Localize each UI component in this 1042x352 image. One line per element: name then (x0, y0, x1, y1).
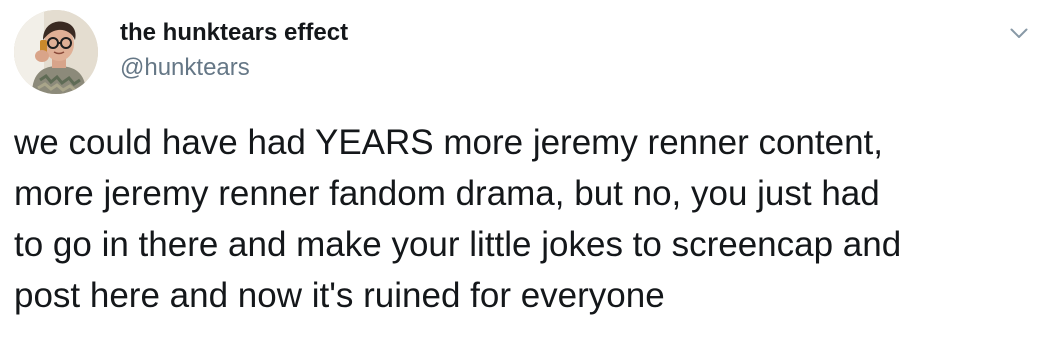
tweet-text-line: to go in there and make your little joke… (14, 225, 902, 264)
username-handle[interactable]: @hunktears (120, 53, 250, 83)
tweet-text-line: more jeremy renner fandom drama, but no,… (14, 174, 880, 213)
avatar[interactable] (14, 10, 98, 94)
chevron-down-icon (1010, 28, 1028, 38)
tweet-text: we could have had YEARS more jeremy renn… (14, 117, 1034, 321)
tweet-text-line: we could have had YEARS more jeremy renn… (14, 123, 883, 162)
display-name[interactable]: the hunktears effect (120, 18, 348, 48)
tweet-text-line: post here and now it's ruined for everyo… (14, 276, 665, 315)
tweet-card: the hunktears effect @hunktears we could… (0, 0, 1042, 352)
tweet-menu-button[interactable] (1004, 18, 1034, 48)
avatar-photo (14, 10, 98, 94)
